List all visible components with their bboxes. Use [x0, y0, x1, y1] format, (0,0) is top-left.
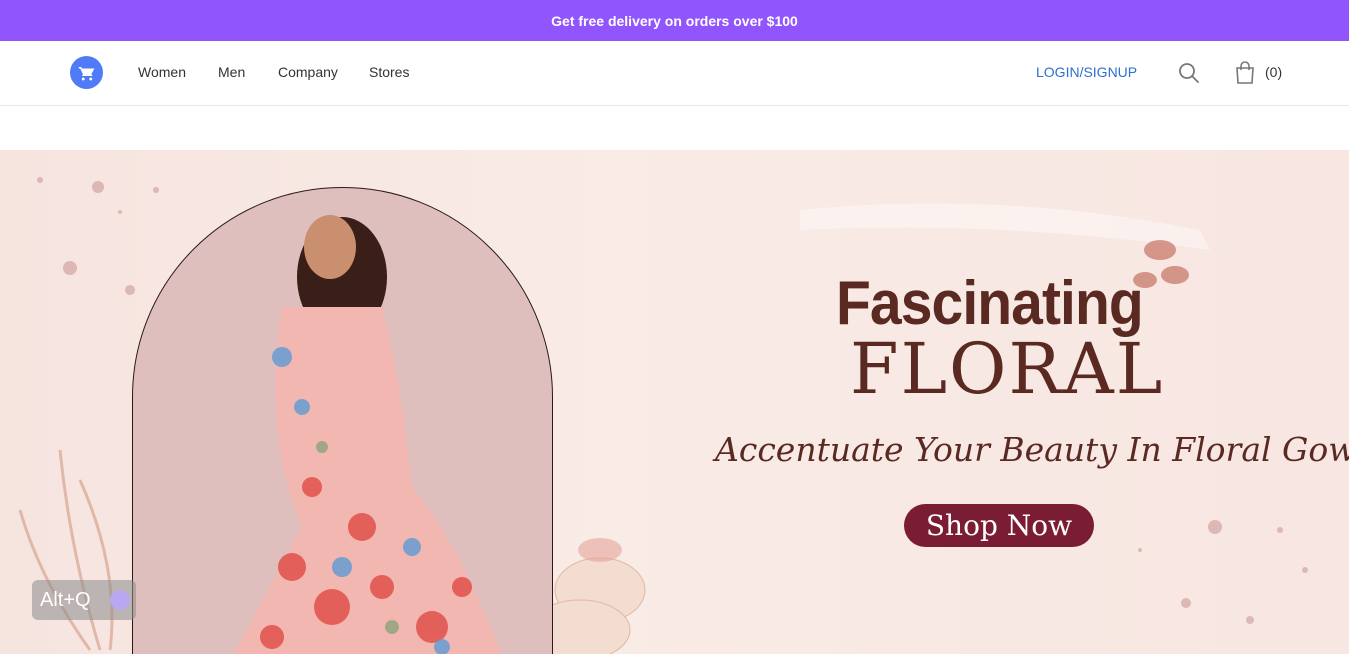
cart-count: (0) — [1265, 64, 1283, 80]
alt-q-label: Alt+Q — [40, 588, 91, 611]
promo-text: Get free delivery on orders over $100 — [551, 12, 798, 29]
nav-men[interactable]: Men — [218, 64, 245, 80]
nav-stores[interactable]: Stores — [369, 64, 409, 80]
hero-arch-frame — [132, 187, 553, 654]
nav-company[interactable]: Company — [278, 64, 338, 80]
promo-banner: Get free delivery on orders over $100 — [0, 0, 1349, 41]
hero-banner: Fascinating FLORAL Accentuate Your Beaut… — [0, 150, 1349, 654]
shop-now-button[interactable]: Shop Now — [904, 504, 1094, 547]
login-signup-link[interactable]: LOGIN/SIGNUP — [1036, 64, 1137, 80]
alt-q-shortcut-overlay[interactable]: Alt+Q — [32, 580, 136, 620]
cart-logo-icon[interactable] — [70, 56, 103, 89]
hero-tagline: Accentuate Your Beauty In Floral Gowns. — [715, 430, 1349, 469]
hero-headline-line2: FLORAL — [850, 328, 1165, 410]
search-icon[interactable] — [1177, 61, 1201, 85]
assistant-icon — [110, 590, 130, 610]
shopping-bag-icon[interactable] — [1234, 61, 1256, 85]
model-illustration — [233, 215, 501, 654]
nav-women[interactable]: Women — [138, 64, 186, 80]
site-header: Women Men Company Stores LOGIN/SIGNUP (0… — [0, 41, 1349, 106]
shopping-cart-icon — [78, 66, 94, 80]
